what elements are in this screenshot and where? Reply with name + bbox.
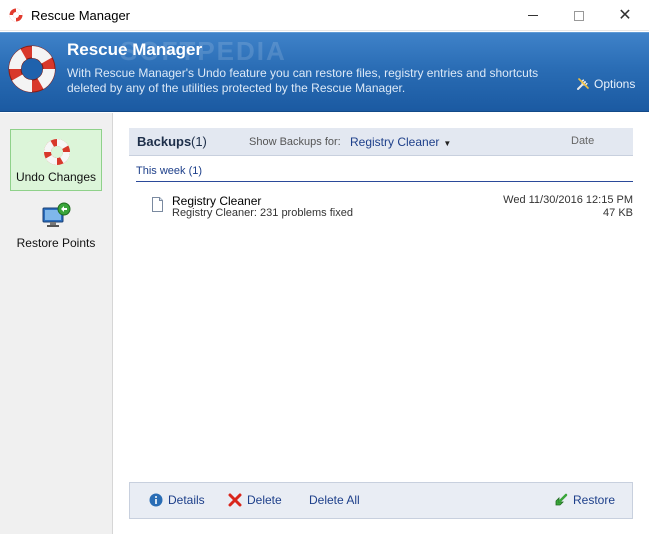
- delete-all-button[interactable]: Delete All: [309, 493, 360, 507]
- backup-date: Wed 11/30/2016 12:15 PM: [503, 194, 633, 206]
- lifebuoy-icon: [43, 138, 71, 166]
- group-divider: [136, 181, 633, 182]
- tools-icon: [577, 78, 589, 90]
- header-banner: SOFTPEDIA Rescue Manager With Rescue Man…: [0, 32, 649, 112]
- computer-restore-icon: [42, 202, 71, 227]
- title-bar: Rescue Manager ✕: [0, 0, 649, 31]
- window-title: Rescue Manager: [31, 8, 130, 23]
- backup-filter-value: Registry Cleaner: [350, 135, 440, 149]
- delete-button[interactable]: Delete: [228, 493, 282, 507]
- delete-x-icon: [228, 493, 242, 507]
- sidebar-item-label: Undo Changes: [15, 170, 97, 184]
- sidebar: Undo Changes Restore Points: [0, 113, 113, 534]
- sidebar-item-label: Restore Points: [16, 236, 96, 250]
- delete-all-label: Delete All: [309, 493, 360, 507]
- details-label: Details: [168, 493, 205, 507]
- restore-label: Restore: [573, 493, 616, 507]
- lifebuoy-logo-icon: [8, 45, 56, 93]
- banner-title: Rescue Manager: [67, 40, 203, 59]
- maximize-icon: [574, 10, 584, 21]
- app-lifebuoy-icon: [9, 8, 23, 22]
- sidebar-item-restore-points[interactable]: Restore Points: [10, 194, 102, 256]
- show-backups-label: Show Backups for:: [249, 136, 341, 148]
- date-column-header[interactable]: Date: [571, 135, 594, 147]
- options-button[interactable]: Options: [576, 77, 635, 91]
- main-panel: Backups (1) Show Backups for: Registry C…: [114, 113, 649, 534]
- backups-count: (1): [191, 134, 207, 149]
- action-toolbar: Details Delete Delete All Restore: [129, 482, 633, 519]
- backup-description: Registry Cleaner: 231 problems fixed: [172, 207, 353, 219]
- options-label: Options: [594, 77, 636, 91]
- backup-row[interactable]: Registry Cleaner Registry Cleaner: 231 p…: [149, 193, 633, 221]
- info-icon: [149, 493, 163, 507]
- group-label-this-week[interactable]: This week (1): [136, 165, 202, 177]
- banner-description: With Rescue Manager's Undo feature you c…: [67, 66, 539, 95]
- restore-button[interactable]: Restore: [554, 493, 615, 507]
- details-button[interactable]: Details: [149, 493, 205, 507]
- chevron-down-icon: ▼: [443, 139, 452, 148]
- restore-arrow-icon: [555, 493, 568, 506]
- backups-title: Backups: [137, 134, 192, 149]
- sidebar-item-undo-changes[interactable]: Undo Changes: [10, 129, 102, 191]
- maximize-button[interactable]: [556, 0, 602, 31]
- delete-label: Delete: [247, 493, 282, 507]
- close-button[interactable]: ✕: [602, 0, 648, 31]
- minimize-button[interactable]: [510, 0, 556, 31]
- backups-header: Backups (1) Show Backups for: Registry C…: [129, 128, 633, 156]
- backup-filter-dropdown[interactable]: Registry Cleaner ▼: [350, 135, 451, 149]
- close-icon: ✕: [618, 6, 632, 24]
- document-icon: [152, 197, 163, 212]
- backup-size: 47 KB: [603, 207, 633, 219]
- minimize-icon: [528, 15, 538, 16]
- backup-name: Registry Cleaner: [172, 194, 262, 208]
